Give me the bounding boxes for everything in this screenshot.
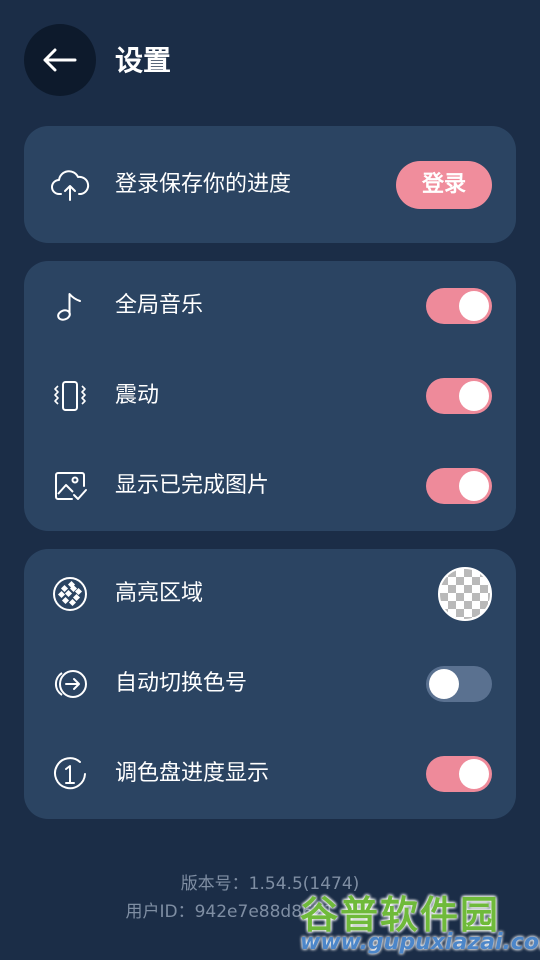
toggle-knob	[459, 381, 489, 411]
vibration-label: 震动	[115, 383, 160, 408]
palette-progress-label: 调色盘进度显示	[115, 761, 270, 786]
music-label: 全局音乐	[115, 293, 204, 318]
setting-row-highlight: 高亮区域	[24, 549, 516, 639]
setting-row-show-completed: 显示已完成图片	[24, 441, 516, 531]
setting-row-auto-switch: 自动切换色号	[24, 639, 516, 729]
toggle-knob	[459, 759, 489, 789]
pattern-dots-icon	[50, 574, 90, 614]
setting-row-music: 全局音乐	[24, 261, 516, 351]
auto-switch-label: 自动切换色号	[115, 671, 248, 696]
page-title: 设置	[115, 44, 172, 77]
account-card: 登录保存你的进度 登录	[24, 126, 516, 243]
login-prompt-label: 登录保存你的进度	[115, 172, 292, 197]
auto-switch-icon	[50, 664, 90, 704]
display-card: 高亮区域 自动切换色号 调色盘进度显示	[24, 549, 516, 819]
login-button[interactable]: 登录	[396, 161, 492, 209]
vibration-toggle[interactable]	[426, 378, 492, 414]
watermark-logo: 谷普软件园 www.gupuxiazai.com	[296, 884, 540, 960]
music-toggle[interactable]	[426, 288, 492, 324]
header: 设置	[0, 0, 540, 120]
image-check-icon	[50, 466, 90, 506]
setting-row-vibration: 震动	[24, 351, 516, 441]
show-completed-label: 显示已完成图片	[115, 473, 270, 498]
palette-progress-icon	[50, 754, 90, 794]
highlight-label: 高亮区域	[115, 581, 204, 606]
auto-switch-toggle[interactable]	[426, 666, 492, 702]
preferences-card: 全局音乐 震动 显示已完成图片	[24, 261, 516, 531]
toggle-knob	[459, 471, 489, 501]
setting-row-palette-progress: 调色盘进度显示	[24, 729, 516, 819]
toggle-knob	[459, 291, 489, 321]
highlight-swatch[interactable]	[438, 567, 492, 621]
music-note-icon	[50, 286, 90, 326]
palette-progress-toggle[interactable]	[426, 756, 492, 792]
arrow-left-icon	[43, 48, 77, 72]
watermark-en: www.gupuxiazai.com	[300, 930, 540, 955]
show-completed-toggle[interactable]	[426, 468, 492, 504]
cloud-upload-icon	[50, 165, 90, 205]
toggle-knob	[429, 669, 459, 699]
vibration-icon	[50, 376, 90, 416]
back-button[interactable]	[24, 24, 96, 96]
